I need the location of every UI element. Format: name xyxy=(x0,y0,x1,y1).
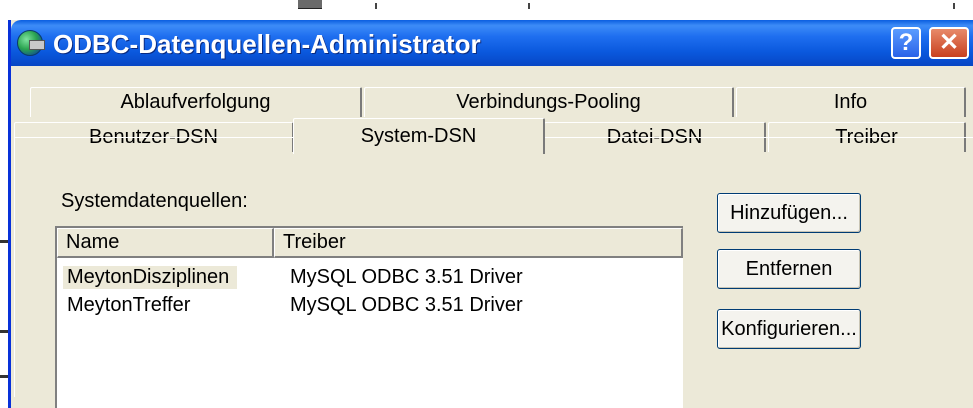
tab-info[interactable]: Info xyxy=(736,87,966,117)
column-header-driver[interactable]: Treiber xyxy=(274,228,683,258)
data-source-list[interactable]: Name Treiber MeytonDisziplinen MySQL ODB… xyxy=(55,226,683,408)
background-window xyxy=(0,0,973,20)
tab-ablaufverfolgung[interactable]: Ablaufverfolgung xyxy=(30,87,362,117)
remove-button[interactable]: Entfernen xyxy=(717,249,861,289)
add-button[interactable]: Hinzufügen... xyxy=(717,193,861,233)
window-title: ODBC-Datenquellen-Administrator xyxy=(53,29,481,59)
title-bar[interactable]: ODBC-Datenquellen-Administrator ? ✕ xyxy=(11,20,973,66)
background-mark xyxy=(528,3,530,9)
background-app-icon xyxy=(298,0,322,9)
row-name[interactable]: MeytonDisziplinen xyxy=(63,266,238,289)
drive-icon xyxy=(29,40,45,50)
help-button[interactable]: ? xyxy=(891,27,921,59)
list-label: Systemdatenquellen: xyxy=(61,190,248,212)
row-driver[interactable]: MySQL ODBC 3.51 Driver xyxy=(290,266,523,289)
column-header-name[interactable]: Name xyxy=(57,228,274,258)
background-mark xyxy=(0,375,8,378)
close-button[interactable]: ✕ xyxy=(929,27,969,59)
tab-verbindungs-pooling[interactable]: Verbindungs-Pooling xyxy=(364,87,734,117)
background-mark xyxy=(953,3,955,9)
background-mark xyxy=(0,330,8,333)
tab-system-dsn[interactable]: System-DSN xyxy=(293,118,545,154)
configure-button[interactable]: Konfigurieren... xyxy=(717,309,861,349)
background-mark xyxy=(375,3,377,9)
background-mark xyxy=(0,240,8,243)
row-driver[interactable]: MySQL ODBC 3.51 Driver xyxy=(290,294,523,317)
row-name[interactable]: MeytonTreffer xyxy=(67,294,190,317)
